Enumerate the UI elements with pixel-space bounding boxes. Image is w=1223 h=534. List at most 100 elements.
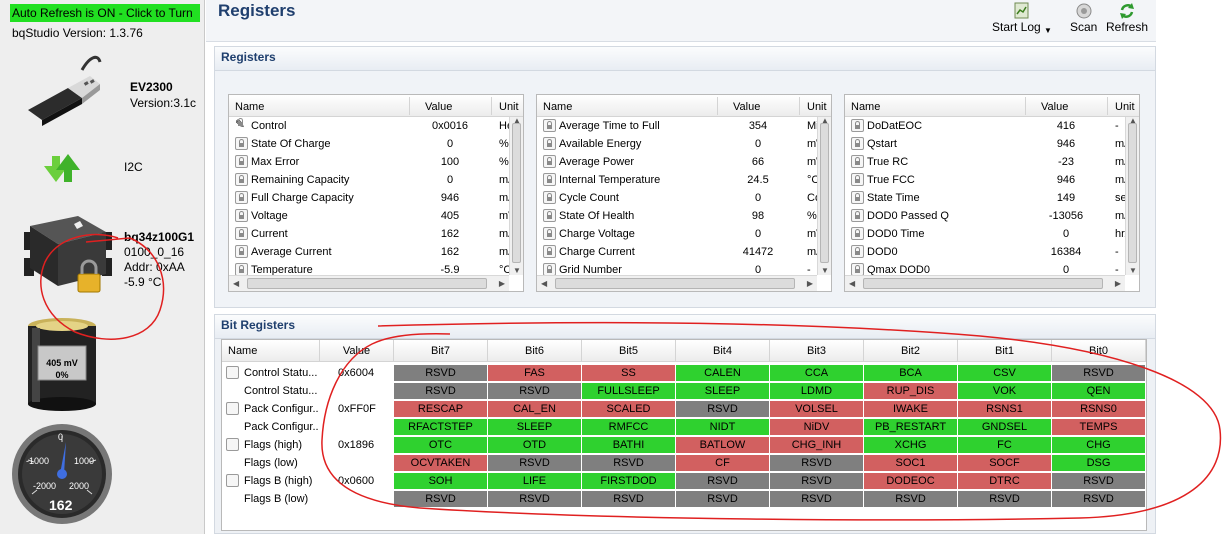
refresh-button[interactable]: Refresh <box>1106 2 1148 34</box>
bit-cell[interactable]: NiDV <box>770 419 864 436</box>
bit-cell[interactable]: QEN <box>1052 383 1146 400</box>
bit-column-header[interactable]: Bit6 <box>488 340 582 362</box>
bit-cell[interactable]: RSVD <box>488 455 582 472</box>
bit-column-header[interactable]: Bit5 <box>582 340 676 362</box>
bit-cell[interactable]: IWAKE <box>864 401 958 418</box>
register-row[interactable]: Average Time to Full 354 Min <box>541 117 825 135</box>
scroll-right-icon[interactable]: ▶ <box>499 279 505 288</box>
scroll-down-icon[interactable]: ▼ <box>1129 266 1137 275</box>
bit-register-row[interactable]: Control Statu... <box>222 382 394 400</box>
column-separator[interactable] <box>717 97 718 115</box>
bit-cell[interactable]: RFACTSTEP <box>394 419 488 436</box>
bit-cell[interactable]: LIFE <box>488 473 582 490</box>
bit-cell[interactable]: RSVD <box>676 473 770 490</box>
register-row[interactable]: State Time 149 sec <box>849 189 1132 207</box>
column-header-unit[interactable]: Unit <box>807 101 827 113</box>
bit-cell[interactable]: CAL_EN <box>488 401 582 418</box>
bit-cell[interactable]: SLEEP <box>488 419 582 436</box>
scroll-right-icon[interactable]: ▶ <box>1115 279 1121 288</box>
bit-cell[interactable]: VOLSEL <box>770 401 864 418</box>
register-row[interactable]: Full Charge Capacity946mAh <box>233 189 521 207</box>
bit-register-row[interactable]: Flags (high) 0x1896 <box>222 436 394 454</box>
register-row[interactable]: Average Current 162 mA <box>233 243 516 261</box>
bit-cell[interactable]: SOH <box>394 473 488 490</box>
bit-cell[interactable]: BATHI <box>582 437 676 454</box>
column-header-unit[interactable]: Unit <box>1115 101 1135 113</box>
register-row[interactable]: DOD0 Passed Q-13056mAh <box>849 207 1137 225</box>
bit-cell[interactable]: CCA <box>770 365 864 382</box>
scrollbar-thumb[interactable] <box>1128 123 1137 263</box>
register-row[interactable]: ✎Control0x0016Hex <box>233 117 519 135</box>
column-separator[interactable] <box>1025 97 1026 115</box>
registers-section-header[interactable]: Registers <box>215 47 1155 71</box>
bit-cell[interactable]: RMFCC <box>582 419 676 436</box>
bit-cell[interactable]: RSVD <box>488 383 582 400</box>
column-header-name[interactable]: Name <box>543 101 572 113</box>
bit-register-row[interactable]: Pack Configur... 0xFF0F <box>222 400 394 418</box>
bit-cell[interactable]: RSVD <box>1052 365 1146 382</box>
scrollbar-thumb[interactable] <box>247 278 487 289</box>
bit-register-row[interactable]: Pack Configur... <box>222 418 394 436</box>
scrollbar-thumb[interactable] <box>555 278 795 289</box>
bit-cell[interactable]: XCHG <box>864 437 958 454</box>
scrollbar-thumb[interactable] <box>863 278 1103 289</box>
column-separator[interactable] <box>1107 97 1108 115</box>
register-row[interactable]: Average Power66mW <box>541 153 827 171</box>
bit-register-row[interactable]: Flags B (high) 0x0600 <box>222 472 394 490</box>
bit-cell[interactable]: RSVD <box>582 491 676 508</box>
register-row[interactable]: Max Error 100% <box>233 153 509 171</box>
bit-column-header[interactable]: Bit2 <box>864 340 958 362</box>
register-row[interactable]: DOD0 Time0hr/16 <box>849 225 1137 243</box>
bit-cell[interactable]: RSVD <box>394 491 488 508</box>
bit-cell[interactable]: RSVD <box>958 491 1052 508</box>
scrollbar-thumb[interactable] <box>512 123 521 263</box>
bit-cell[interactable]: GNDSEL <box>958 419 1052 436</box>
column-separator[interactable] <box>491 97 492 115</box>
register-row[interactable]: DOD0 16384- <box>849 243 1125 261</box>
start-log-button[interactable]: Start Log ▼ <box>992 2 1052 35</box>
register-row[interactable]: DoDatEOC 416- <box>849 117 1125 135</box>
bit-cell[interactable]: DODEOC <box>864 473 958 490</box>
bit-cell[interactable]: RSVD <box>1052 473 1146 490</box>
bit-cell[interactable]: VOK <box>958 383 1052 400</box>
bit-cell[interactable]: OTC <box>394 437 488 454</box>
bit-cell[interactable]: FAS <box>488 365 582 382</box>
column-header-value[interactable]: Value <box>733 101 760 113</box>
register-row[interactable]: True RC-23mAh <box>849 153 1137 171</box>
column-separator[interactable] <box>799 97 800 115</box>
horizontal-scrollbar[interactable]: ◀ ▶ <box>229 275 509 291</box>
bit-cell[interactable]: CF <box>676 455 770 472</box>
bit-column-header[interactable]: Bit3 <box>770 340 864 362</box>
register-row[interactable]: Charge Current 41472 mA <box>541 243 824 261</box>
column-separator[interactable] <box>409 97 410 115</box>
column-header-value[interactable]: Value <box>425 101 452 113</box>
bit-cell[interactable]: SS <box>582 365 676 382</box>
column-header-unit[interactable]: Unit <box>499 101 519 113</box>
bit-column-header[interactable]: Bit4 <box>676 340 770 362</box>
bit-cell[interactable]: RSVD <box>1052 491 1146 508</box>
bit-cell[interactable]: DTRC <box>958 473 1052 490</box>
scroll-down-icon[interactable]: ▼ <box>513 266 521 275</box>
auto-refresh-toggle[interactable]: Auto Refresh is ON - Click to Turn <box>10 4 200 22</box>
bit-cell[interactable]: RSVD <box>770 455 864 472</box>
register-row[interactable]: Cycle Count0Cou. <box>541 189 829 207</box>
bit-cell[interactable]: RSVD <box>676 491 770 508</box>
scroll-left-icon[interactable]: ◀ <box>849 279 855 288</box>
register-row[interactable]: Charge Voltage 0 mV <box>541 225 824 243</box>
bit-cell[interactable]: FC <box>958 437 1052 454</box>
bit-column-header[interactable]: Bit0 <box>1052 340 1146 362</box>
bit-cell[interactable]: NIDT <box>676 419 770 436</box>
bit-cell[interactable]: RSVD <box>676 401 770 418</box>
scroll-right-icon[interactable]: ▶ <box>807 279 813 288</box>
bit-cell[interactable]: SOC1 <box>864 455 958 472</box>
scroll-left-icon[interactable]: ◀ <box>233 279 239 288</box>
register-row[interactable]: Internal Temperature 24.5 °C <box>541 171 819 189</box>
bit-cell[interactable]: RSNS0 <box>1052 401 1146 418</box>
bit-cell[interactable]: CHG <box>1052 437 1146 454</box>
bit-cell[interactable]: FIRSTDOD <box>582 473 676 490</box>
scroll-up-icon[interactable]: ▲ <box>821 116 829 125</box>
bit-column-header[interactable]: Bit7 <box>394 340 488 362</box>
bit-cell[interactable]: CALEN <box>676 365 770 382</box>
bit-cell[interactable]: RESCAP <box>394 401 488 418</box>
bit-cell[interactable]: RSVD <box>770 473 864 490</box>
